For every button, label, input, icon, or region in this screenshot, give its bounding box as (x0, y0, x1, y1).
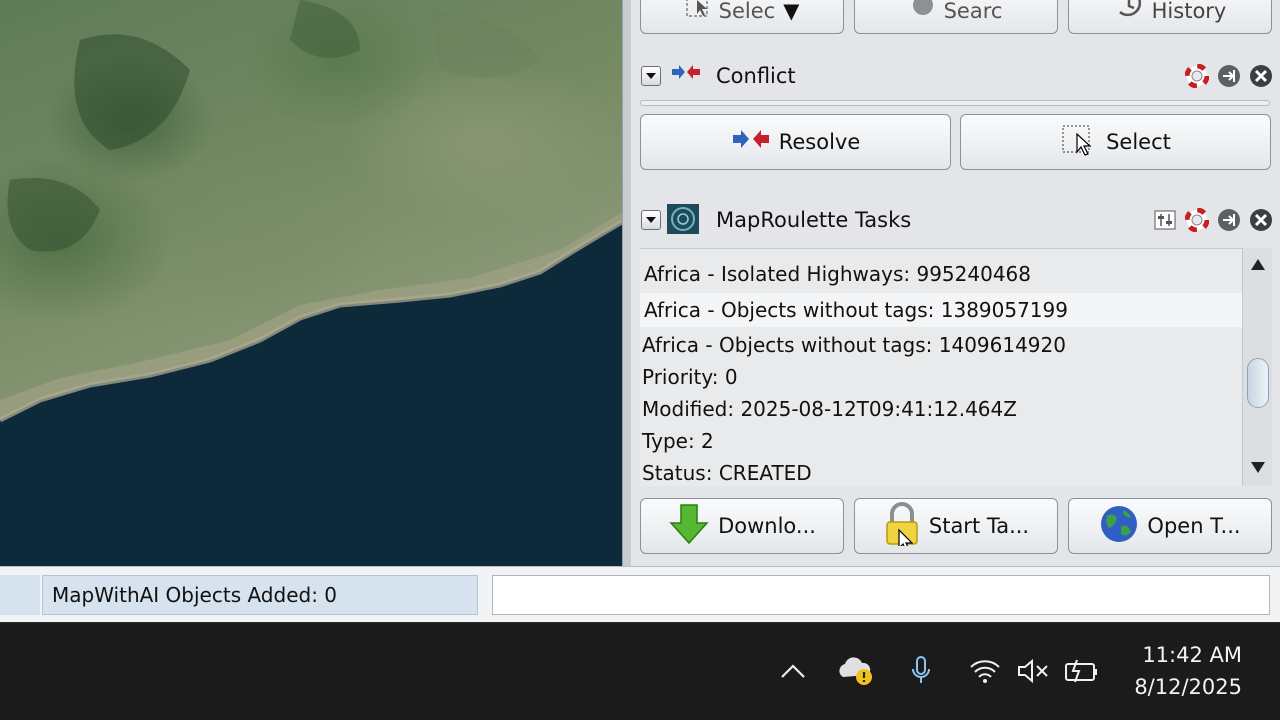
history-icon (1114, 0, 1144, 23)
open-task-label: Open T... (1147, 514, 1241, 538)
scroll-down-icon[interactable] (1250, 460, 1266, 479)
search-label: Searc (943, 0, 1003, 23)
status-indicator (0, 575, 40, 615)
taskbar-clock-time[interactable]: 11:42 AM (1142, 643, 1242, 667)
search-button[interactable]: Searc (854, 0, 1058, 34)
detach-panel-icon[interactable] (1216, 63, 1242, 89)
battery-charging-icon[interactable] (1062, 651, 1102, 691)
task-list-scrollbar[interactable] (1242, 248, 1272, 486)
collapse-toggle-icon[interactable] (641, 66, 661, 86)
list-item-selected[interactable]: Africa - Objects without tags: 138905719… (640, 293, 1242, 327)
resolve-icon (731, 129, 771, 156)
selection-list-button[interactable]: Selec ▼ (640, 0, 844, 34)
detach-panel-icon[interactable] (1216, 207, 1242, 233)
scroll-thumb[interactable] (1247, 358, 1269, 408)
help-lifebuoy-icon[interactable] (1184, 207, 1210, 233)
select-rectangle-icon (1060, 122, 1098, 163)
conflict-panel-header: Conflict (632, 54, 1280, 98)
task-list[interactable]: Africa - Isolated Highways: 995240468 Af… (640, 248, 1242, 486)
conflict-list[interactable] (640, 100, 1270, 106)
select-conflict-label: Select (1106, 130, 1171, 154)
scroll-up-icon[interactable] (1250, 256, 1266, 275)
collapse-toggle-icon[interactable] (641, 210, 661, 230)
help-lifebuoy-icon[interactable] (1184, 63, 1210, 89)
wifi-icon[interactable] (966, 651, 1004, 691)
show-hidden-icons-chevron-icon[interactable] (778, 651, 808, 691)
maproulette-panel-title: MapRoulette Tasks (716, 208, 912, 232)
download-arrow-icon (668, 503, 710, 550)
open-task-button[interactable]: Open T... (1068, 498, 1272, 554)
task-status: Status: CREATED (642, 461, 812, 485)
task-priority: Priority: 0 (642, 365, 738, 389)
side-panel: Selec ▼ Searc History Conflict Resolve S… (632, 0, 1280, 566)
close-panel-icon[interactable] (1248, 207, 1274, 233)
maproulette-logo-icon (666, 203, 700, 239)
filter-settings-icon[interactable] (1152, 207, 1178, 233)
taskbar-clock-date[interactable]: 8/12/2025 (1134, 675, 1242, 699)
task-title: Africa - Objects without tags: 140961492… (642, 333, 1066, 357)
history-button[interactable]: History (1068, 0, 1272, 34)
resolve-button[interactable]: Resolve (640, 114, 951, 170)
lock-icon (883, 501, 921, 553)
status-message-field (492, 575, 1270, 615)
search-icon (910, 0, 936, 23)
task-modified: Modified: 2025-08-12T09:41:12.464Z (642, 397, 1017, 421)
task-type: Type: 2 (642, 429, 714, 453)
list-item[interactable]: Africa - Isolated Highways: 995240468 (640, 257, 1242, 291)
selection-list-label: Selec (718, 0, 776, 23)
volume-muted-icon[interactable] (1014, 651, 1052, 691)
close-panel-icon[interactable] (1248, 63, 1274, 89)
start-task-label: Start Ta... (928, 514, 1030, 538)
start-task-button[interactable]: Start Ta... (854, 498, 1058, 554)
map-view[interactable] (0, 0, 622, 566)
history-label: History (1151, 0, 1227, 23)
maproulette-panel-header: MapRoulette Tasks (632, 198, 1280, 242)
download-label: Downlo... (718, 514, 816, 538)
globe-icon (1099, 504, 1139, 549)
download-button[interactable]: Downlo... (640, 498, 844, 554)
microphone-icon[interactable] (904, 651, 938, 691)
status-bar: MapWithAI Objects Added: 0 (0, 566, 1280, 622)
onedrive-warning-icon[interactable] (836, 651, 876, 691)
conflict-icon (670, 64, 702, 86)
dropdown-arrow-icon: ▼ (783, 0, 800, 23)
windows-taskbar: 11:42 AM 8/12/2025 (0, 622, 1280, 720)
conflict-panel-title: Conflict (716, 64, 796, 88)
resolve-label: Resolve (778, 130, 861, 154)
select-arrow-icon (685, 0, 711, 23)
panel-splitter[interactable] (622, 0, 632, 566)
mapwithai-objects-added: MapWithAI Objects Added: 0 (42, 575, 478, 615)
select-conflict-button[interactable]: Select (960, 114, 1271, 170)
satellite-imagery (0, 0, 622, 566)
